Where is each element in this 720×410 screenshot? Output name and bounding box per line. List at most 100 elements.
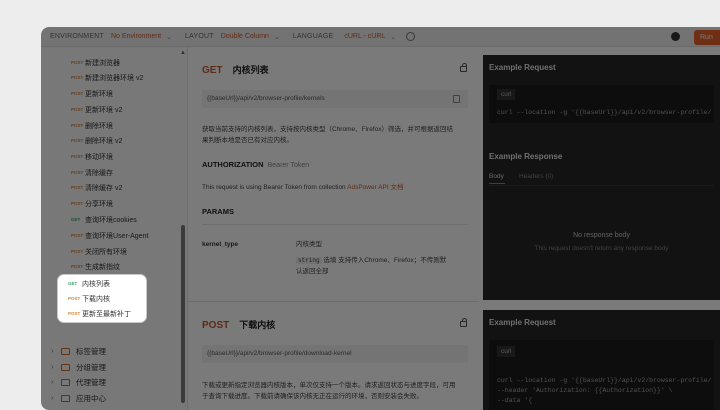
endpoint-label: 更新环境 v2 xyxy=(85,106,123,114)
folder-label: 分组管理 xyxy=(76,363,106,372)
endpoint-label: 删除环境 xyxy=(85,122,113,130)
url-text: {{baseUrl}}/api/v2/browser-profile/downl… xyxy=(207,350,352,357)
auth-description: This request is using Bearer Token from … xyxy=(202,182,403,193)
method-badge: POST xyxy=(71,91,84,96)
theme-toggle-icon[interactable] xyxy=(671,32,680,41)
method-badge: POST xyxy=(71,233,84,238)
example-request-panel: Example Request curl curl --location -g … xyxy=(483,55,720,300)
chevron-right-icon: › xyxy=(51,364,54,371)
lang-tag: curl xyxy=(497,89,516,100)
chevron-down-icon[interactable]: ⌄ xyxy=(390,33,396,41)
run-button[interactable]: Run xyxy=(694,30,720,45)
empty-desc: This request doesn't return any response… xyxy=(534,245,669,252)
environment-select[interactable]: No Environment xyxy=(111,33,161,40)
method-badge: POST xyxy=(71,107,84,112)
sidebar-endpoint[interactable]: POST 删除环境 xyxy=(71,118,113,133)
copy-icon[interactable] xyxy=(453,95,460,103)
endpoint-label: 新建浏览器环境 v2 xyxy=(85,74,144,82)
empty-title: No response body xyxy=(573,232,630,239)
sidebar-endpoint[interactable]: POST 新建浏览器 xyxy=(71,55,120,70)
layout-select[interactable]: Double Column xyxy=(221,33,269,40)
panel-title: Example Request xyxy=(489,63,556,72)
auth-desc-text: This request is using Bearer Token from … xyxy=(202,184,346,191)
method-badge: GET xyxy=(71,217,81,222)
method-badge: POST xyxy=(71,249,84,254)
url-text: {{baseUrl}}/api/v2/browser-profile/kerne… xyxy=(207,95,325,102)
chevron-down-icon[interactable]: ⌄ xyxy=(166,33,172,41)
endpoint-label: 清除缓存 xyxy=(85,169,113,177)
description-line: 获取当前支持的内核列表，支持按内核类型（Chrome、Firefox）筛选，并可… xyxy=(202,126,453,133)
sidebar-endpoint[interactable]: POST 关闭所有环境 xyxy=(71,244,127,259)
method-label: POST xyxy=(202,320,230,331)
environment-label: ENVIRONMENT xyxy=(50,33,104,40)
sidebar-folder[interactable]: ›附录 xyxy=(51,406,91,410)
param-desc: 选填 支持传入Chrome、Firefox；不传则默 xyxy=(323,257,447,264)
code-line: curl --location -g '{{baseUrl}}/api/v2/b… xyxy=(497,377,712,384)
code-line: --data '{ xyxy=(497,397,533,404)
chevron-right-icon: › xyxy=(51,348,54,355)
description-line: 下载或更新指定浏览器内核版本，单次仅支持一个版本。请求返回状态与进度字段，可用 xyxy=(202,382,456,389)
sidebar-endpoint[interactable]: POST 新建浏览器环境 v2 xyxy=(71,70,143,85)
code-line: --header 'Authorization: {{Authorization… xyxy=(497,387,673,394)
endpoint-label: 分享环境 xyxy=(85,200,113,208)
sidebar-endpoint[interactable]: POST 分享环境 xyxy=(71,196,113,211)
method-badge: POST xyxy=(68,311,81,316)
panel-title: Example Request xyxy=(489,318,556,327)
sidebar-folder[interactable]: › 应用中心 xyxy=(51,391,106,406)
chevron-right-icon: › xyxy=(51,379,54,386)
sidebar-endpoint[interactable]: POST 更新至最新补丁 xyxy=(68,306,131,321)
sidebar-endpoint[interactable]: POST 清除缓存 xyxy=(71,165,113,180)
tab-body[interactable]: Body xyxy=(489,173,504,180)
description-line: 于查询下载进度。下载前请确保该内核无正在运行的环境，否则安装会失败。 xyxy=(202,393,423,400)
folder-icon xyxy=(61,379,70,386)
lang-tag: curl xyxy=(497,346,516,357)
method-badge: POST xyxy=(71,201,84,206)
method-badge: POST xyxy=(71,123,84,128)
divider xyxy=(202,224,468,225)
endpoint-label: 查询环境cookies xyxy=(85,216,137,224)
panel-title: Example Response xyxy=(489,152,563,161)
endpoint-label: 查询环境User-Agent xyxy=(85,232,149,240)
code-block: curl curl --location -g '{{baseUrl}}/api… xyxy=(489,340,714,410)
sidebar-endpoint[interactable]: POST 更新环境 xyxy=(71,86,113,101)
sidebar-endpoint[interactable]: POST 更新环境 v2 xyxy=(71,102,122,117)
gear-icon[interactable] xyxy=(406,32,416,41)
scrollbar-thumb[interactable] xyxy=(181,225,185,403)
sidebar-endpoint[interactable]: POST 生成新指纹 xyxy=(71,259,120,274)
method-label: GET xyxy=(202,65,223,76)
endpoint-label: 删除环境 v2 xyxy=(85,137,123,145)
endpoint-label: 清除缓存 v2 xyxy=(85,184,123,192)
auth-title: AUTHORIZATION xyxy=(202,160,264,169)
sidebar: ▲ POST 新建浏览器 POST 新建浏览器环境 v2 POST 更新环境 POST… xyxy=(41,47,188,410)
sidebar-endpoint[interactable]: POST 下载内核 xyxy=(68,291,110,306)
sidebar-endpoint[interactable]: POST 清除缓存 v2 xyxy=(71,180,122,195)
section-divider xyxy=(188,301,479,302)
chevron-right-icon: › xyxy=(51,395,54,402)
method-badge: POST xyxy=(71,60,84,65)
sidebar-folder[interactable]: › 分组管理 xyxy=(51,360,106,375)
sidebar-endpoint[interactable]: POST 查询环境User-Agent xyxy=(71,228,148,243)
endpoint-label: 新建浏览器 xyxy=(85,59,120,67)
sidebar-folder[interactable]: › 代理管理 xyxy=(51,375,106,390)
sidebar-endpoint[interactable]: POST 删除环境 v2 xyxy=(71,133,122,148)
highlighted-sidebar-group: GET 内核列表 POST 下载内核 POST 更新至最新补丁 xyxy=(58,275,146,322)
endpoint-header: GET 内核列表 xyxy=(202,63,269,76)
sidebar-endpoint[interactable]: GET 查询环境cookies xyxy=(71,212,137,227)
param-name: kernel_type xyxy=(202,241,239,248)
language-select[interactable]: cURL - cURL xyxy=(344,33,385,40)
sidebar-folder[interactable]: › 标签管理 xyxy=(51,344,106,359)
auth-type: Bearer Token xyxy=(267,162,310,169)
sidebar-endpoint[interactable]: POST 移动环境 xyxy=(71,149,113,164)
folder-label: 应用中心 xyxy=(76,394,106,403)
sidebar-endpoint-active[interactable]: GET 内核列表 xyxy=(68,276,110,291)
collection-link[interactable]: AdsPower API 文档 xyxy=(347,184,403,191)
chevron-down-icon[interactable]: ⌄ xyxy=(274,33,280,41)
tab-headers[interactable]: Headers (0) xyxy=(519,173,553,180)
method-badge: GET xyxy=(68,281,78,286)
divider xyxy=(489,185,714,186)
method-badge: POST xyxy=(71,138,84,143)
endpoint-label: 关闭所有环境 xyxy=(85,248,127,256)
active-tab-indicator xyxy=(489,183,505,184)
language-label: LANGUAGE xyxy=(292,33,334,40)
endpoint-title: 内核列表 xyxy=(232,65,269,75)
